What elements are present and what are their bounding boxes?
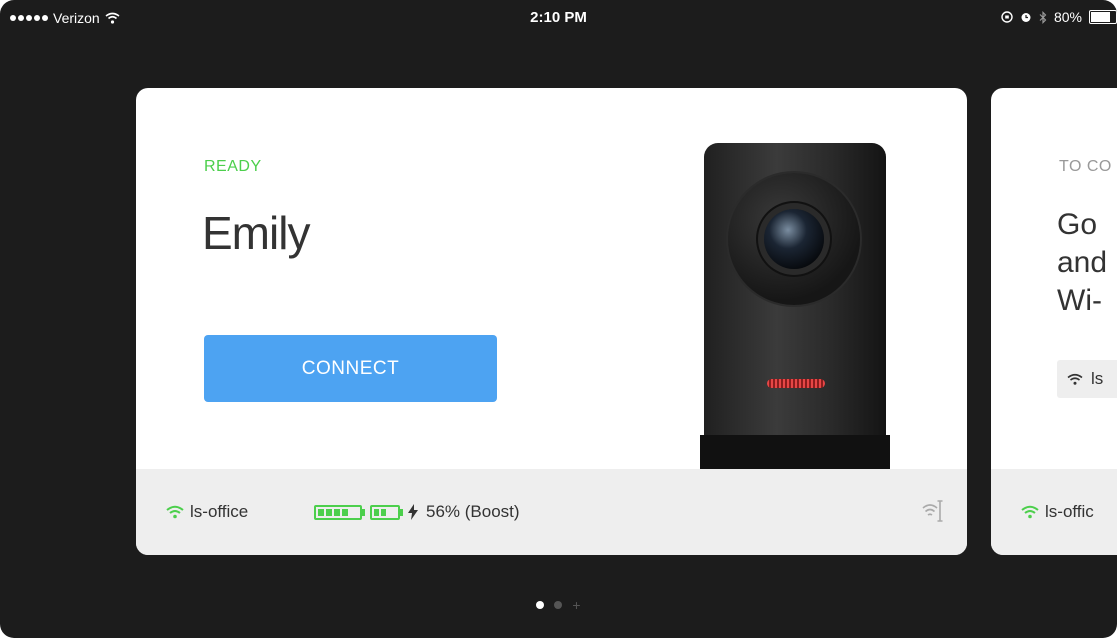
device-name: Emily <box>202 207 310 259</box>
camera-battery-icon <box>314 504 365 520</box>
setup-status-label: TO CO <box>1059 158 1112 175</box>
camera-lens-housing <box>728 173 860 305</box>
page-dot-active[interactable] <box>536 601 545 609</box>
add-page-icon[interactable]: + <box>572 598 580 612</box>
setup-card[interactable]: TO CO Go and Wi- ls ls-offic <box>991 88 1117 555</box>
camera-device-image <box>700 143 890 473</box>
wifi-network-name: ls-offic <box>1045 502 1094 521</box>
battery-level-text: 56% (Boost) <box>426 502 520 521</box>
rotation-lock-icon <box>1001 11 1013 23</box>
battery-percent: 80% <box>1053 9 1082 25</box>
charging-bolt-icon <box>408 504 418 520</box>
status-right: 80% <box>1001 9 1117 25</box>
status-bar: Verizon 2:10 PM 80% <box>0 0 1117 34</box>
camera-band <box>700 435 890 471</box>
bluetooth-icon <box>1039 10 1047 24</box>
battery-status: 56% (Boost) <box>314 502 520 522</box>
wifi-settings-icon[interactable] <box>921 499 945 523</box>
device-screen: Verizon 2:10 PM 80% READY Emily CONNECT … <box>0 0 1117 638</box>
wifi-icon <box>166 505 184 519</box>
connect-button[interactable]: CONNECT <box>204 335 497 402</box>
page-dot[interactable] <box>554 601 563 609</box>
alarm-icon <box>1021 13 1031 22</box>
boost-battery-icon <box>370 504 403 520</box>
network-chip[interactable]: ls <box>1057 360 1117 398</box>
camera-speaker-grille <box>767 379 825 388</box>
wifi-network-name: ls-office <box>190 502 249 521</box>
setup-card-footer: ls-offic <box>991 469 1117 555</box>
page-indicator[interactable]: + <box>0 598 1117 612</box>
wifi-icon <box>1067 373 1083 385</box>
wifi-network-info: ls-office <box>166 502 248 522</box>
device-card-footer: ls-office 56% (Boost) <box>136 469 967 555</box>
network-chip-label: ls <box>1091 369 1104 388</box>
device-status-label: READY <box>204 158 262 175</box>
status-time: 2:10 PM <box>530 9 587 26</box>
device-card-emily[interactable]: READY Emily CONNECT ls-office 56% (Boost… <box>136 88 967 555</box>
battery-icon <box>1089 10 1117 24</box>
setup-instruction: Go and Wi- <box>1057 208 1108 317</box>
camera-lens <box>764 209 824 269</box>
wifi-network-info: ls-offic <box>1021 502 1094 522</box>
wifi-icon <box>1021 505 1039 519</box>
